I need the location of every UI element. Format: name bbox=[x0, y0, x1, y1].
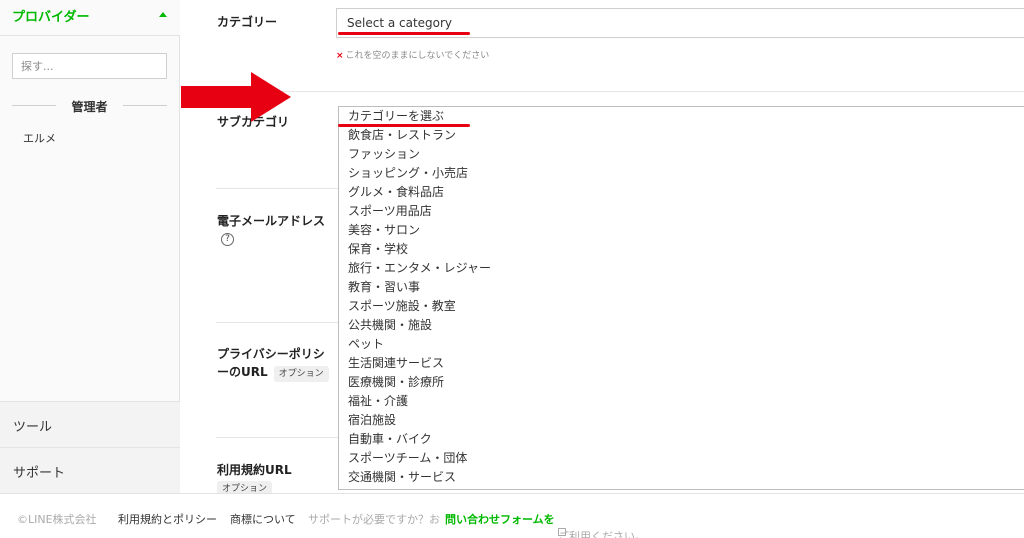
divider-line bbox=[123, 105, 167, 106]
dropdown-option[interactable]: 旅行・エンタメ・レジャー bbox=[348, 260, 491, 276]
dropdown-option[interactable]: 生活関連サービス bbox=[348, 355, 444, 371]
dropdown-option[interactable]: ペット bbox=[348, 336, 384, 352]
dropdown-option[interactable]: 医療機関・診療所 bbox=[348, 374, 444, 390]
subcategory-dropdown-list[interactable]: カテゴリーを選ぶ 飲食店・レストラン ファッション ショッピング・小売店 グルメ… bbox=[338, 106, 1024, 490]
copyright: ©LINE株式会社 bbox=[17, 513, 97, 526]
sidebar-item-tools[interactable]: ツール bbox=[0, 401, 180, 447]
admin-section-divider: 管理者 bbox=[12, 96, 167, 114]
admin-section-label: 管理者 bbox=[71, 100, 108, 114]
contact-form-link[interactable]: 問い合わせフォームを bbox=[445, 511, 555, 527]
annotation-underline bbox=[338, 32, 470, 35]
category-error-message: × これを空のままにしないでください bbox=[336, 48, 489, 61]
dropdown-option[interactable]: 美容・サロン bbox=[348, 222, 420, 238]
provider-section-header[interactable]: プロバイダー bbox=[0, 0, 180, 36]
provider-title: プロバイダー bbox=[12, 10, 90, 25]
error-x-icon: × bbox=[336, 51, 344, 61]
dropdown-option[interactable]: ショッピング・小売店 bbox=[348, 165, 468, 181]
email-label: 電子メールアドレス bbox=[217, 214, 326, 228]
privacy-url-label-line1: プライバシーポリシ bbox=[217, 347, 325, 361]
footer: ©LINE株式会社 利用規約とポリシー 商標について サポートが必要ですか？お … bbox=[0, 493, 1024, 538]
dropdown-option[interactable]: 福祉・介護 bbox=[348, 393, 408, 409]
help-icon[interactable]: ? bbox=[221, 233, 234, 246]
privacy-url-label-text: ーのURL bbox=[217, 365, 268, 379]
page: プロバイダー 管理者 エルメ ツール サポート カテゴリー サブカテゴリ 電子メ… bbox=[0, 0, 1024, 538]
support-suffix-text: ご利用ください。 bbox=[558, 530, 646, 538]
dropdown-option[interactable]: グルメ・食料品店 bbox=[348, 184, 444, 200]
dropdown-option[interactable]: 交通機関・サービス bbox=[348, 469, 456, 485]
dropdown-option[interactable]: 保育・学校 bbox=[348, 241, 408, 257]
annotation-arrow-icon bbox=[181, 72, 291, 122]
category-select-value: Select a category bbox=[347, 16, 453, 30]
category-label: カテゴリー bbox=[217, 15, 278, 29]
search-input[interactable] bbox=[12, 53, 167, 79]
sidebar-item-support[interactable]: サポート bbox=[0, 447, 180, 493]
support-prefix: サポートが必要ですか？お bbox=[308, 513, 440, 526]
optional-badge: オプション bbox=[273, 366, 329, 382]
trademark-link[interactable]: 商標について bbox=[230, 511, 296, 527]
dropdown-option[interactable]: 公共機関・施設 bbox=[348, 317, 432, 333]
dropdown-option[interactable]: スポーツチーム・団体 bbox=[348, 450, 467, 466]
sidebar: プロバイダー 管理者 エルメ ツール サポート bbox=[0, 0, 180, 493]
terms-link[interactable]: 利用規約とポリシー bbox=[118, 511, 217, 527]
row-divider bbox=[216, 91, 1024, 92]
dropdown-option[interactable]: 飲食店・レストラン bbox=[348, 127, 456, 143]
dropdown-option[interactable]: 教育・習い事 bbox=[348, 279, 420, 295]
dropdown-option[interactable]: カテゴリーを選ぶ bbox=[348, 108, 444, 124]
category-error-text: これを空のままにしないでください bbox=[345, 51, 490, 61]
dropdown-option[interactable]: スポーツ施設・教室 bbox=[348, 298, 456, 314]
dropdown-option[interactable]: ファッション bbox=[348, 146, 420, 162]
dropdown-option[interactable]: 自動車・バイク bbox=[348, 431, 432, 447]
chevron-up-icon[interactable] bbox=[159, 12, 167, 17]
sidebar-item-account[interactable]: エルメ bbox=[23, 130, 56, 146]
sidebar-item-label: サポート bbox=[13, 466, 66, 481]
dropdown-option[interactable]: スポーツ用品店 bbox=[348, 203, 432, 219]
sidebar-item-label: ツール bbox=[13, 420, 53, 435]
privacy-url-label-line2: ーのURL オプション bbox=[217, 362, 329, 382]
annotation-underline bbox=[338, 124, 470, 127]
dropdown-option[interactable]: 宿泊施設 bbox=[348, 412, 396, 428]
terms-url-label: 利用規約URL bbox=[217, 463, 292, 477]
